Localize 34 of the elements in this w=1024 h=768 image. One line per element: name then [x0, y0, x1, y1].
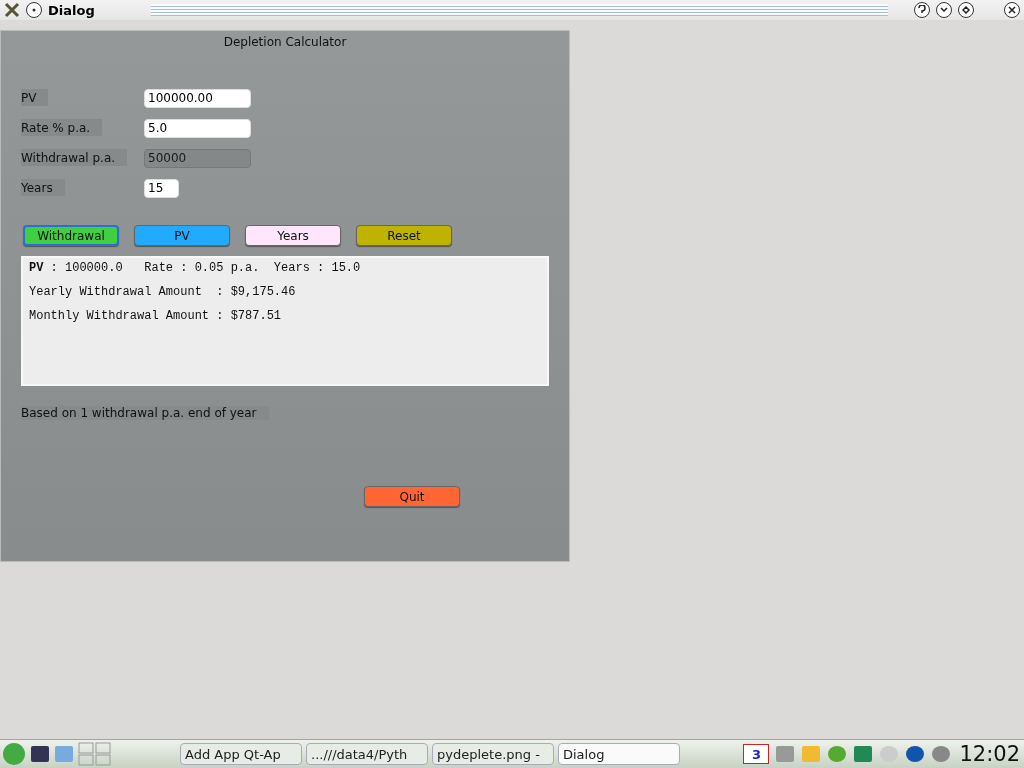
output-line: Monthly Withdrawal Amount : $787.51: [29, 309, 283, 323]
diamond-icon: [962, 6, 970, 14]
task-button[interactable]: Dialog: [558, 743, 680, 765]
dot-icon: [32, 8, 36, 12]
minimize-button[interactable]: [936, 2, 952, 18]
maximize-button[interactable]: [958, 2, 974, 18]
input-field[interactable]: 15: [144, 178, 179, 198]
field-label: Years: [21, 179, 65, 196]
input-field[interactable]: 5.0: [144, 118, 251, 138]
chevron-down-icon: [940, 7, 948, 13]
app-icon: [4, 2, 20, 18]
help-button[interactable]: [914, 2, 930, 18]
window-title: Dialog: [48, 2, 95, 18]
mail-badge[interactable]: 3: [743, 744, 770, 764]
task-button[interactable]: pydeplete.png -: [432, 743, 554, 765]
task-button[interactable]: Add App Qt-Ap: [180, 743, 302, 765]
output-line: PV : 100000.0 Rate : 0.05 p.a. Years : 15.0: [29, 261, 362, 275]
input-field[interactable]: 100000.00: [144, 88, 251, 108]
field-label: Withdrawal p.a.: [21, 149, 128, 166]
task-button[interactable]: ...///data4/Pyth: [306, 743, 428, 765]
output-line: Yearly Withdrawal Amount : $9,175.46: [29, 285, 297, 299]
close-button[interactable]: [1004, 2, 1020, 18]
menu-button[interactable]: [26, 2, 42, 18]
help-icon: [918, 5, 926, 15]
field-label: PV: [21, 89, 49, 106]
quit-button[interactable]: Quit: [364, 486, 460, 507]
dialog-heading: Depletion Calculator: [222, 35, 348, 49]
field-label: Rate % p.a.: [21, 119, 103, 136]
note-text: Based on 1 withdrawal p.a. end of year: [21, 406, 269, 420]
calculate-button[interactable]: Years: [245, 225, 341, 246]
calculate-button[interactable]: Withdrawal: [23, 225, 119, 246]
clock: 12:02: [958, 742, 1021, 766]
calculate-button[interactable]: Reset: [356, 225, 452, 246]
calculate-button[interactable]: PV: [134, 225, 230, 246]
